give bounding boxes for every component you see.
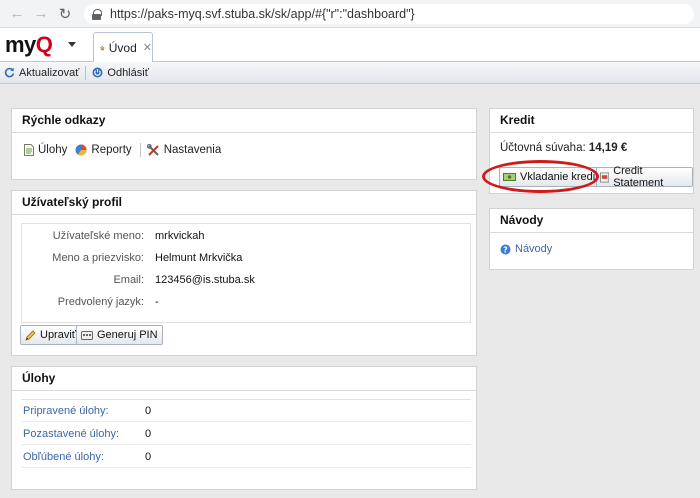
credit-title: Kredit <box>490 109 693 133</box>
logo-text: my <box>5 32 36 57</box>
credit-panel: Kredit Účtovná súvaha: 14,19 € Vkladanie… <box>482 108 694 194</box>
app-header: myQ Úvod ✕ <box>0 28 700 62</box>
user-profile-title: Užívateľský profil <box>12 191 476 215</box>
refresh-icon <box>4 67 15 78</box>
refresh-button[interactable]: Aktualizovať <box>0 64 83 82</box>
account-balance: Účtovná súvaha: 14,19 € <box>500 142 627 154</box>
task-count: 0 <box>145 405 152 417</box>
browser-toolbar: ← → ↻ https://paks-myq.svf.stuba.sk/sk/a… <box>0 0 700 28</box>
tasks-link-label: Úlohy <box>38 144 68 156</box>
task-label[interactable]: Obľúbené úlohy: <box>23 451 104 463</box>
profile-label: Predvolený jazyk: <box>57 296 144 308</box>
guides-panel: Návody ? Návody <box>489 208 694 270</box>
back-arrow-icon[interactable]: ← <box>6 3 28 25</box>
task-row-favorite[interactable]: Obľúbené úlohy: 0 <box>21 446 471 468</box>
address-bar[interactable]: https://paks-myq.svf.stuba.sk/sk/app/#{"… <box>84 4 694 24</box>
balance-label: Účtovná súvaha: <box>500 142 586 154</box>
task-label[interactable]: Pozastavené úlohy: <box>23 428 119 440</box>
profile-value: mrkvickah <box>155 230 205 242</box>
settings-link-label: Nastavenia <box>163 144 222 156</box>
profile-label: Meno a priezvisko: <box>52 252 144 264</box>
tasks-link[interactable]: Úlohy <box>24 144 67 156</box>
help-icon: ? <box>500 244 511 254</box>
profile-fields: Užívateľské meno: mrkvickah Meno a priez… <box>21 223 471 323</box>
profile-label: Užívateľské meno: <box>52 230 144 242</box>
red-highlight-ellipse <box>482 160 599 193</box>
home-icon <box>100 45 105 50</box>
profile-value: - <box>155 296 159 308</box>
generate-pin-label: Generuj PIN <box>97 329 158 341</box>
refresh-label: Aktualizovať <box>19 66 80 79</box>
url-text: https://paks-myq.svf.stuba.sk/sk/app/#{"… <box>110 7 415 21</box>
task-label[interactable]: Pripravené úlohy: <box>23 405 109 417</box>
task-count: 0 <box>145 428 152 440</box>
toolbar-divider <box>85 65 87 80</box>
lock-icon <box>92 8 102 20</box>
svg-text:?: ? <box>503 245 508 254</box>
logo-accent: Q <box>35 32 53 57</box>
profile-value: 123456@is.stuba.sk <box>155 274 255 286</box>
task-count: 0 <box>145 451 152 463</box>
logout-button[interactable]: Odhlásiť <box>88 64 152 82</box>
logout-label: Odhlásiť <box>107 66 149 79</box>
generate-pin-button[interactable]: Generuj PIN <box>76 325 163 345</box>
user-profile-panel: Užívateľský profil Užívateľské meno: mrk… <box>11 190 477 356</box>
balance-value: 14,19 € <box>588 142 628 154</box>
guides-link[interactable]: ? Návody <box>500 243 552 255</box>
tab-home[interactable]: Úvod ✕ <box>93 32 153 62</box>
close-icon[interactable]: ✕ <box>143 41 152 54</box>
settings-link[interactable]: Nastavenia <box>146 143 222 157</box>
logo-menu-caret-icon[interactable] <box>68 42 76 47</box>
tab-home-label: Úvod <box>108 40 137 55</box>
power-icon <box>92 67 103 78</box>
edit-profile-label: Upraviť <box>40 329 76 341</box>
task-row-paused[interactable]: Pozastavené úlohy: 0 <box>21 423 471 445</box>
profile-label: Email: <box>113 274 144 286</box>
quick-links-title: Rýchle odkazy <box>12 109 476 133</box>
app-toolbar: Aktualizovať Odhlásiť <box>0 62 700 84</box>
link-divider <box>139 143 141 157</box>
task-row-ready[interactable]: Pripravené úlohy: 0 <box>21 400 471 422</box>
guides-link-label[interactable]: Návody <box>515 243 552 255</box>
credit-statement-button[interactable]: Credit Statement <box>596 165 693 189</box>
tasks-list: Pripravené úlohy: 0 Pozastavené úlohy: 0… <box>21 399 471 468</box>
tasks-panel: Úlohy Pripravené úlohy: 0 Pozastavené úl… <box>11 366 477 490</box>
myq-logo[interactable]: myQ <box>5 32 53 58</box>
statement-icon <box>600 171 610 183</box>
reports-link[interactable]: Reporty <box>75 144 132 156</box>
pencil-icon <box>25 329 36 341</box>
tasks-title: Úlohy <box>12 367 476 391</box>
document-icon <box>24 144 34 156</box>
forward-arrow-icon[interactable]: → <box>30 3 52 25</box>
quick-links-panel: Rýchle odkazy Úlohy Reporty Nastavenia <box>11 108 477 180</box>
quick-links-list: Úlohy Reporty Nastavenia <box>24 143 229 157</box>
pie-chart-icon <box>75 144 87 156</box>
tools-icon <box>146 143 159 156</box>
edit-profile-button[interactable]: Upraviť <box>20 325 81 345</box>
reload-icon[interactable]: ↻ <box>54 3 76 25</box>
credit-statement-label: Credit Statement <box>613 165 664 189</box>
profile-value: Helmunt Mrkvička <box>155 252 243 264</box>
reports-link-label: Reporty <box>91 144 132 156</box>
guides-title: Návody <box>490 209 693 233</box>
keypad-icon <box>81 330 93 340</box>
